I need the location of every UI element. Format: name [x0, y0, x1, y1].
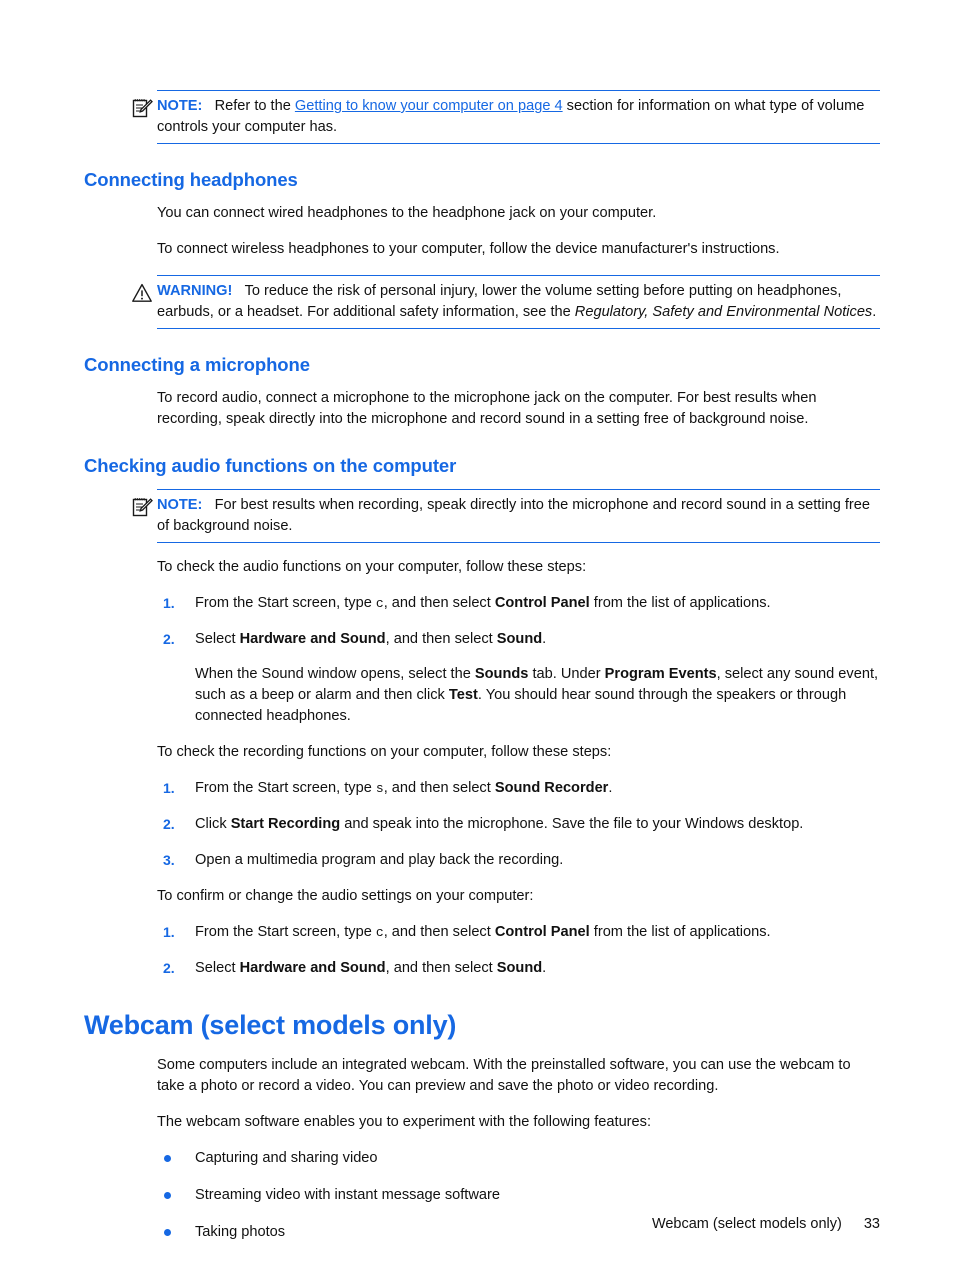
list-item: 1. From the Start screen, type c, and the…	[157, 593, 880, 614]
substep-text-1: When the Sound window opens, select the	[195, 666, 475, 682]
step-mono-key: c	[375, 596, 384, 611]
microphone-body: To record audio, connect a microphone to…	[157, 388, 880, 430]
step-text-3: .	[542, 631, 547, 647]
warning-text: WARNING! To reduce the risk of personal i…	[157, 281, 880, 323]
step-text-1: Click	[195, 816, 231, 832]
step-number: 2.	[163, 631, 175, 647]
link-getting-to-know-your-computer[interactable]: Getting to know your computer on page 4	[295, 98, 563, 114]
step-bold-1: Hardware and Sound	[239, 631, 386, 647]
footer-page-number: 33	[863, 1216, 880, 1232]
audio-steps-list: 1. From the Start screen, type c, and the…	[157, 593, 880, 727]
heading-webcam: Webcam (select models only)	[84, 1010, 457, 1040]
step-mono-key: s	[375, 781, 384, 796]
substep-bold-1: Sounds	[474, 666, 529, 682]
step-bold-2: Sound	[496, 631, 543, 647]
intro-recording-steps: To check the recording functions on your…	[157, 744, 612, 760]
note-box-volume-controls: NOTE: Refer to the Getting to know your c…	[132, 90, 880, 144]
step-bold-1: Hardware and Sound	[239, 960, 386, 976]
page-footer: Webcam (select models only) 33	[84, 1216, 880, 1232]
step-text-1: Open a multimedia program and play back …	[195, 852, 564, 868]
step-text-2: , and then select	[385, 631, 497, 647]
note-box-best-results: NOTE: For best results when recording, sp…	[132, 489, 880, 543]
step-bold-1: Start Recording	[230, 816, 341, 832]
recording-steps-list: 1. From the Start screen, type s, and the…	[157, 778, 880, 871]
step-text-2: , and then select	[383, 924, 495, 940]
note-text: NOTE: Refer to the Getting to know your c…	[157, 96, 880, 138]
warning-text-2: .	[872, 304, 877, 320]
step-text-3: from the list of applications.	[589, 924, 771, 940]
step-text-3: .	[608, 780, 613, 796]
note-pad-pencil-icon	[131, 496, 153, 518]
list-item: 2. Select Hardware and Sound, and then se…	[157, 958, 880, 979]
step-number: 1.	[163, 924, 175, 940]
bullet-label: Capturing and sharing video	[195, 1150, 378, 1166]
webcam-body: Some computers include an integrated web…	[157, 1055, 880, 1243]
substep-bold-3: Test	[448, 687, 478, 703]
step-bold-2: Sound	[496, 960, 543, 976]
note-label: NOTE:	[157, 98, 203, 114]
substep-text-2: tab. Under	[528, 666, 605, 682]
step-mono-key: c	[375, 925, 384, 940]
substep-bold-2: Program Events	[604, 666, 717, 682]
step-bold-1: Control Panel	[494, 595, 590, 611]
list-item: 3. Open a multimedia program and play bac…	[157, 850, 880, 871]
list-item: 2. Select Hardware and Sound, and then se…	[157, 629, 880, 727]
document-page: NOTE: Refer to the Getting to know your c…	[0, 0, 954, 1270]
headphones-para-1: You can connect wired headphones to the …	[157, 205, 657, 221]
step-text-2: and speak into the microphone. Save the …	[340, 816, 804, 832]
webcam-para-2: The webcam software enables you to exper…	[157, 1114, 652, 1130]
intro-audio-steps: To check the audio functions on your com…	[157, 559, 587, 575]
warning-label: WARNING!	[157, 283, 233, 299]
settings-steps-list: 1. From the Start screen, type c, and the…	[157, 922, 880, 979]
list-item: 1. From the Start screen, type s, and the…	[157, 778, 880, 799]
list-item: Streaming video with instant message sof…	[157, 1185, 880, 1206]
bullet-label: Streaming video with instant message sof…	[195, 1187, 500, 1203]
note-text-before-link: Refer to the	[214, 98, 295, 114]
step-number: 1.	[163, 780, 175, 796]
step-text-3: .	[542, 960, 547, 976]
step-bold-1: Sound Recorder	[494, 780, 609, 796]
bullet-dot-icon	[164, 1192, 171, 1199]
step-bold-1: Control Panel	[494, 924, 590, 940]
warning-box-volume: WARNING! To reduce the risk of personal i…	[132, 275, 880, 329]
heading-checking-audio-functions: Checking audio functions on the computer	[84, 455, 457, 476]
heading-connecting-microphone: Connecting a microphone	[84, 354, 310, 375]
warning-italic-title: Regulatory, Safety and Environmental Not…	[574, 304, 873, 320]
step-substep-paragraph: When the Sound window opens, select the …	[195, 664, 880, 727]
note-body-text: For best results when recording, speak d…	[157, 497, 871, 534]
step-number: 2.	[163, 816, 175, 832]
microphone-para-1: To record audio, connect a microphone to…	[157, 390, 817, 427]
step-number: 3.	[163, 852, 175, 868]
note-label: NOTE:	[157, 497, 203, 513]
checking-audio-body: To check the audio functions on your com…	[157, 557, 880, 979]
step-text-2: , and then select	[385, 960, 497, 976]
step-text-1: From the Start screen, type	[195, 924, 376, 940]
step-text-2: , and then select	[383, 595, 495, 611]
step-text-1: Select	[195, 631, 240, 647]
step-number: 2.	[163, 960, 175, 976]
step-number: 1.	[163, 595, 175, 611]
headphones-para-2: To connect wireless headphones to your c…	[157, 241, 780, 257]
intro-settings-steps: To confirm or change the audio settings …	[157, 888, 534, 904]
step-text-1: Select	[195, 960, 240, 976]
note-text: NOTE: For best results when recording, sp…	[157, 495, 880, 537]
step-text-1: From the Start screen, type	[195, 780, 376, 796]
list-item: Capturing and sharing video	[157, 1148, 880, 1169]
headphones-body: You can connect wired headphones to the …	[157, 203, 880, 260]
list-item: 2. Click Start Recording and speak into t…	[157, 814, 880, 835]
warning-triangle-icon	[131, 282, 153, 304]
step-text-2: , and then select	[383, 780, 495, 796]
note-pad-pencil-icon	[131, 97, 153, 119]
step-text-1: From the Start screen, type	[195, 595, 376, 611]
list-item: 1. From the Start screen, type c, and the…	[157, 922, 880, 943]
bullet-dot-icon	[164, 1155, 171, 1162]
webcam-para-1: Some computers include an integrated web…	[157, 1057, 851, 1094]
footer-section-title: Webcam (select models only)	[651, 1216, 842, 1232]
heading-connecting-headphones: Connecting headphones	[84, 169, 298, 190]
step-text-3: from the list of applications.	[589, 595, 771, 611]
